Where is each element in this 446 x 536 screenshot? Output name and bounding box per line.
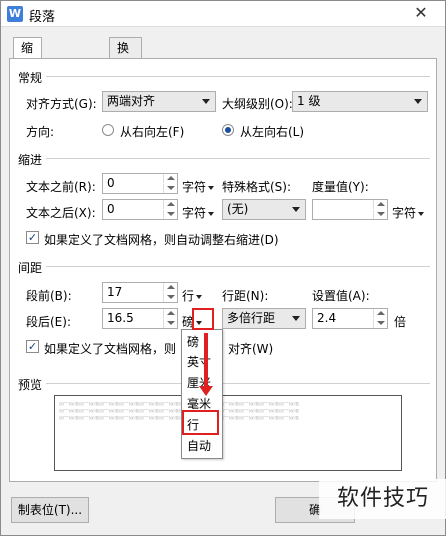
- annotation-arrow-shaft: [204, 333, 208, 387]
- special-format-label: 特殊格式(S):: [222, 180, 292, 194]
- preview-line: 前一段落前一段落前一段落前一段落前一段落前一段落前一段落前一段落前一段落前一段落…: [59, 416, 300, 421]
- spin-up-icon[interactable]: [163, 200, 177, 209]
- indent-after-input[interactable]: 0: [102, 199, 178, 220]
- align-select[interactable]: 两端对齐: [102, 91, 216, 112]
- space-before-value: 17: [107, 285, 123, 299]
- spin-down-icon[interactable]: [163, 293, 177, 302]
- chevron-down-icon: [208, 211, 215, 216]
- chevron-down-icon: [414, 99, 422, 104]
- indent-before-unit[interactable]: 字符: [182, 178, 215, 195]
- divider: [46, 158, 430, 159]
- preview-box: 前一段落前一段落前一段落前一段落前一段落前一段落前一段落前一段落前一段落前一段落…: [54, 395, 402, 471]
- preview-line: 前一段落前一段落前一段落前一段落前一段落前一段落前一段落前一段落前一段落前一段落…: [59, 409, 300, 414]
- measure-label: 度量值(Y):: [312, 180, 369, 194]
- indent-section-title: 缩进: [18, 153, 43, 167]
- space-before-label: 段前(B):: [26, 289, 72, 303]
- chevron-down-icon: [418, 211, 425, 216]
- preview-line: 前一段落前一段落前一段落前一段落前一段落前一段落前一段落前一段落前一段落前一段落…: [59, 402, 300, 407]
- indent-after-unit[interactable]: 字符: [182, 204, 215, 221]
- unit-option-auto[interactable]: 自动: [182, 436, 222, 456]
- title-bar: W 段落 ✕: [1, 1, 445, 27]
- indent-before-label: 文本之前(R):: [26, 180, 96, 194]
- divider: [46, 266, 430, 267]
- spin-down-icon[interactable]: [373, 319, 387, 328]
- chevron-down-icon: [208, 185, 215, 190]
- set-value-value: 2.4: [317, 311, 337, 325]
- line-spacing-label: 行距(N):: [222, 289, 269, 303]
- special-format-value: (无): [227, 202, 249, 216]
- spin-up-icon[interactable]: [163, 309, 177, 318]
- outline-label: 大纲级别(O):: [222, 97, 293, 111]
- spacing-section-title: 间距: [18, 261, 43, 275]
- align-value: 两端对齐: [107, 94, 156, 108]
- divider: [46, 383, 430, 384]
- direction-label: 方向:: [26, 125, 55, 139]
- indent-after-value: 0: [107, 202, 115, 216]
- spacing-grid-checkbox[interactable]: ✓: [26, 340, 39, 353]
- rtl-radio[interactable]: [102, 124, 114, 136]
- line-spacing-select[interactable]: 多倍行距: [222, 308, 306, 329]
- spin-up-icon[interactable]: [163, 174, 177, 183]
- paragraph-dialog: W 段落 ✕ 缩进和间距(I) 换行和分页(P) 常规 对齐方式(G): 两端对…: [0, 0, 446, 536]
- annotation-highlight-unit-dropdown: [192, 308, 214, 330]
- line-spacing-value: 多倍行距: [227, 311, 276, 325]
- wps-writer-icon: W: [7, 6, 23, 22]
- spin-down-icon[interactable]: [373, 210, 387, 219]
- measure-unit[interactable]: 字符: [392, 204, 425, 221]
- chevron-down-icon: [196, 294, 203, 299]
- preview-section-title: 预览: [18, 378, 43, 392]
- spacing-grid-label-a: 如果定义了文档网格，则: [44, 342, 177, 356]
- indent-grid-checkbox[interactable]: ✓: [26, 231, 39, 244]
- indent-before-input[interactable]: 0: [102, 173, 178, 194]
- spin-up-icon[interactable]: [373, 200, 387, 209]
- unit-option-pound[interactable]: 磅: [182, 332, 222, 352]
- tab-stops-button[interactable]: 制表位(T)...: [11, 497, 89, 523]
- space-after-label: 段后(E):: [26, 315, 71, 329]
- outline-select[interactable]: 1 级: [292, 91, 428, 112]
- measure-input[interactable]: [312, 199, 388, 220]
- set-value-input[interactable]: 2.4: [312, 308, 388, 329]
- chevron-down-icon: [202, 99, 210, 104]
- unit-option-inch[interactable]: 英寸: [182, 352, 222, 372]
- annotation-arrow-icon: [199, 386, 213, 396]
- spin-down-icon[interactable]: [163, 184, 177, 193]
- set-value-label: 设置值(A):: [312, 289, 370, 303]
- chevron-down-icon: [292, 207, 300, 212]
- close-button[interactable]: ✕: [403, 3, 439, 23]
- spin-down-icon[interactable]: [163, 210, 177, 219]
- indent-after-label: 文本之后(X):: [26, 206, 96, 220]
- special-format-select[interactable]: (无): [222, 199, 306, 220]
- space-after-value: 16.5: [107, 311, 134, 325]
- chevron-down-icon: [292, 316, 300, 321]
- ltr-radio[interactable]: [222, 124, 234, 136]
- space-after-input[interactable]: 16.5: [102, 308, 178, 329]
- indent-grid-label: 如果定义了文档网格，则自动调整右缩进(D): [44, 233, 279, 247]
- spin-down-icon[interactable]: [163, 319, 177, 328]
- outline-value: 1 级: [297, 94, 321, 108]
- tab-line-page-breaks[interactable]: 换行和分页(P): [109, 37, 142, 155]
- spin-up-icon[interactable]: [373, 309, 387, 318]
- set-value-unit: 倍: [394, 315, 407, 329]
- align-label: 对齐方式(G):: [26, 97, 97, 111]
- divider: [46, 76, 430, 77]
- spin-up-icon[interactable]: [163, 283, 177, 292]
- space-before-input[interactable]: 17: [102, 282, 178, 303]
- rtl-label: 从右向左(F): [120, 125, 185, 139]
- watermark: 软件技巧: [319, 479, 446, 519]
- ltr-label: 从左向右(L): [240, 125, 305, 139]
- space-before-unit[interactable]: 行: [182, 287, 203, 304]
- indent-before-value: 0: [107, 176, 115, 190]
- dialog-title: 段落: [29, 10, 56, 25]
- spacing-grid-label-b: 对齐(W): [228, 342, 274, 356]
- tab-panel: 常规 对齐方式(G): 两端对齐 大纲级别(O): 1 级 方向: 从右向左(F…: [9, 58, 437, 482]
- annotation-highlight-line-option: [182, 410, 219, 435]
- general-section-title: 常规: [18, 71, 43, 85]
- close-icon: ✕: [414, 3, 428, 22]
